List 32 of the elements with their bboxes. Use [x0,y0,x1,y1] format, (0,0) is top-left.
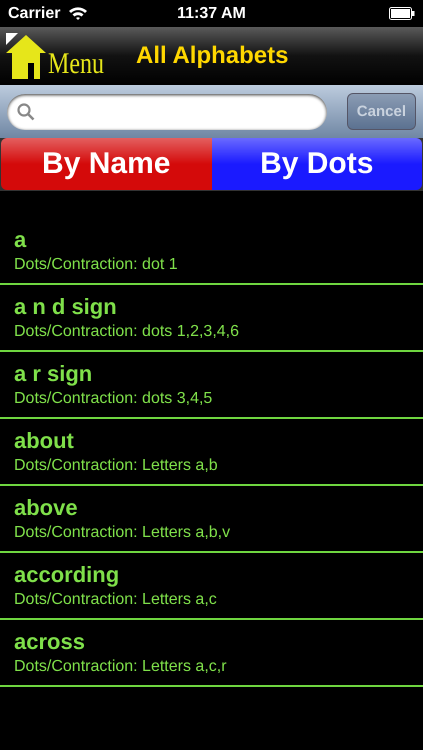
item-detail: Dots/Contraction: Letters a,b,v [14,524,232,542]
battery-icon [389,7,415,20]
list-row[interactable]: a n d sign Dots/Contraction: dots 1,2,3,4,6 [0,285,423,352]
list-row[interactable]: across Dots/Contraction: Letters a,c,r [0,620,423,687]
item-name: according [14,562,120,588]
item-name: a r sign [14,361,94,387]
search-icon [17,102,35,120]
list-row[interactable]: a Dots/Contraction: dot 1 [0,218,423,285]
house-icon [6,33,46,79]
list-row[interactable]: a r sign Dots/Contraction: dots 3,4,5 [0,352,423,419]
segment-tab[interactable]: By Dots [212,138,422,190]
list-row[interactable]: according Dots/Contraction: Letters a,c [0,553,423,620]
list-row[interactable]: about Dots/Contraction: Letters a,b [0,419,423,486]
item-name: about [14,428,75,454]
item-detail: Dots/Contraction: dots 3,4,5 [14,390,214,408]
menu-button[interactable]: Menu [6,33,118,79]
search-field[interactable] [7,94,327,130]
item-name: across [14,629,86,655]
item-detail: Dots/Contraction: Letters a,b [14,457,219,475]
segment-tab[interactable]: By Name [1,138,212,190]
item-name: above [14,495,79,521]
wifi-icon [68,6,88,21]
item-name: a n d sign [14,294,118,320]
clock: 11:37 AM [177,4,246,22]
item-detail: Dots/Contraction: dots 1,2,3,4,6 [14,323,240,341]
list-row[interactable]: above Dots/Contraction: Letters a,b,v [0,486,423,553]
screen-title: All Alphabets [136,42,288,70]
item-detail: Dots/Contraction: Letters a,c,r [14,658,228,676]
item-name: a [14,227,28,253]
item-detail: Dots/Contraction: dot 1 [14,256,179,274]
carrier-label: Carrier [8,4,60,22]
item-detail: Dots/Contraction: Letters a,c [14,591,218,609]
